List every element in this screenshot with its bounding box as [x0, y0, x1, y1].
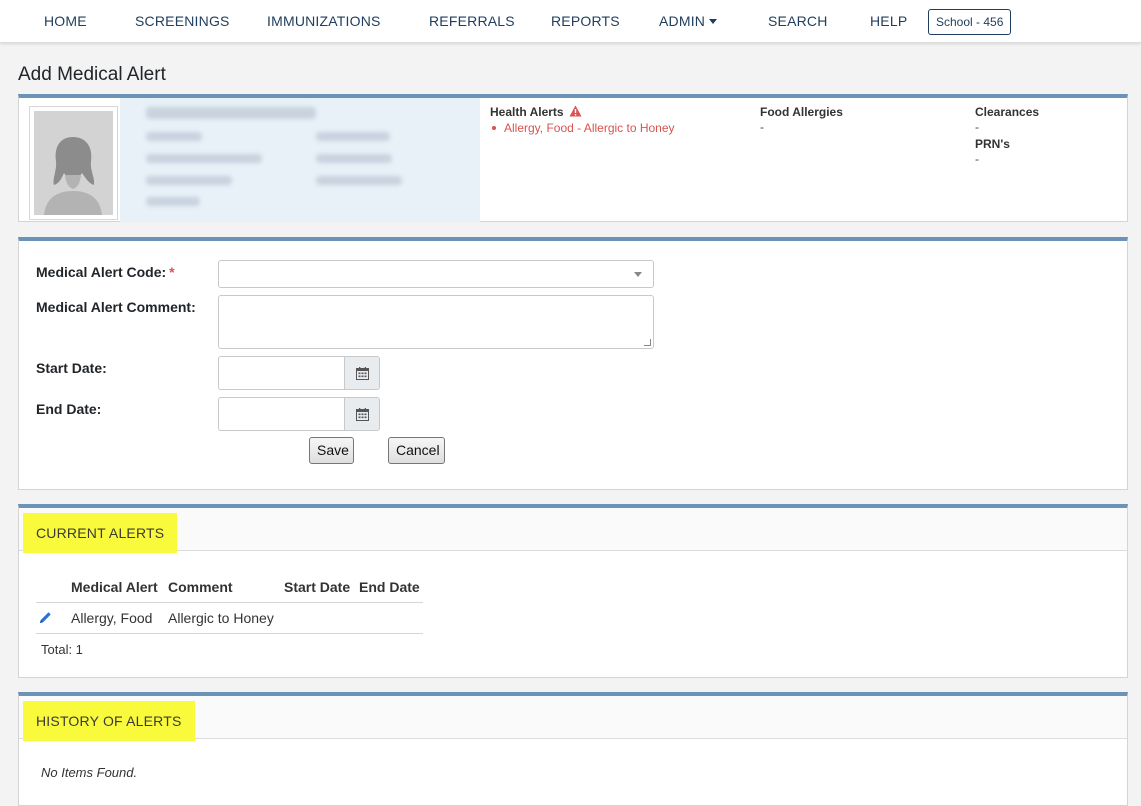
history-alerts-heading: HISTORY OF ALERTS — [23, 701, 195, 741]
clearances-value: - — [975, 120, 979, 134]
current-alerts-heading: CURRENT ALERTS — [23, 513, 178, 553]
alert-code-select[interactable] — [218, 260, 654, 288]
alert-comment-label: Medical Alert Comment: — [36, 299, 196, 315]
student-photo — [29, 106, 118, 220]
nav-screenings[interactable]: SCREENINGS — [135, 13, 230, 29]
food-allergies-value: - — [760, 120, 764, 134]
nav-home[interactable]: HOME — [44, 13, 87, 29]
top-navigation: HOME SCREENINGS IMMUNIZATIONS REFERRALS … — [0, 0, 1141, 43]
health-alerts-heading: Health Alerts — [490, 105, 564, 119]
clearances-section: Clearances - PRN's - — [975, 105, 1039, 166]
add-alert-form: Medical Alert Code: * Medical Alert Comme… — [18, 237, 1128, 490]
student-details-redacted — [120, 98, 480, 222]
end-date-picker-button[interactable] — [344, 397, 380, 431]
pencil-edit-icon — [40, 612, 51, 623]
current-alerts-header: CURRENT ALERTS — [19, 508, 1127, 553]
prns-heading: PRN's — [975, 137, 1010, 151]
column-header-comment[interactable]: Comment — [168, 579, 233, 595]
required-mark: * — [169, 264, 175, 280]
calendar-icon — [356, 408, 369, 421]
chevron-down-icon — [709, 19, 718, 24]
start-date-picker-button[interactable] — [344, 356, 380, 390]
health-alert-item[interactable]: Allergy, Food - Allergic to Honey — [490, 121, 675, 135]
table-cell-alert: Allergy, Food — [71, 610, 153, 626]
clearances-heading: Clearances — [975, 105, 1040, 119]
start-date-group — [218, 356, 380, 390]
column-header-medical-alert[interactable]: Medical Alert — [71, 579, 158, 595]
end-date-input[interactable] — [218, 397, 345, 431]
nav-search[interactable]: SEARCH — [768, 13, 828, 29]
end-date-group — [218, 397, 380, 431]
current-alerts-card: CURRENT ALERTS Medical Alert Comment Sta… — [18, 504, 1128, 678]
column-header-start-date[interactable]: Start Date — [284, 579, 350, 595]
history-alerts-card: HISTORY OF ALERTS No Items Found. — [18, 692, 1128, 806]
nav-admin-label: ADMIN — [659, 13, 706, 29]
column-header-end-date[interactable]: End Date — [359, 579, 420, 595]
nav-referrals[interactable]: REFERRALS — [429, 13, 515, 29]
student-info-card: Health Alerts Allergy, Food - Allergic t… — [18, 94, 1128, 222]
food-allergies-heading: Food Allergies — [760, 105, 843, 119]
health-alert-text: Allergy, Food - Allergic to Honey — [504, 121, 675, 135]
table-cell-comment: Allergic to Honey — [168, 610, 274, 626]
nav-reports[interactable]: REPORTS — [551, 13, 620, 29]
user-photo-placeholder-icon — [34, 111, 113, 215]
nav-admin-dropdown[interactable]: ADMIN — [659, 13, 718, 29]
warning-triangle-icon — [569, 105, 582, 117]
history-alerts-header: HISTORY OF ALERTS — [19, 696, 1127, 741]
alert-code-label: Medical Alert Code: * — [36, 264, 175, 280]
edit-alert-button[interactable] — [39, 611, 52, 627]
chevron-down-icon — [634, 272, 642, 277]
health-alerts-section: Health Alerts Allergy, Food - Allergic t… — [490, 105, 675, 135]
cancel-button[interactable]: Cancel — [388, 437, 445, 464]
calendar-icon — [356, 367, 369, 380]
food-allergies-section: Food Allergies - — [760, 105, 843, 134]
save-button[interactable]: Save — [309, 437, 354, 464]
page-title: Add Medical Alert — [18, 64, 166, 85]
end-date-label: End Date: — [36, 401, 102, 417]
nav-immunizations[interactable]: IMMUNIZATIONS — [267, 13, 381, 29]
resize-handle-icon[interactable] — [644, 339, 651, 346]
alert-comment-textarea[interactable] — [218, 295, 654, 349]
nav-help[interactable]: HELP — [870, 13, 907, 29]
school-selector[interactable]: School - 456 — [928, 9, 1012, 35]
start-date-label: Start Date: — [36, 360, 107, 376]
empty-state-message: No Items Found. — [41, 765, 138, 780]
prns-value: - — [975, 152, 979, 166]
total-count: Total: 1 — [41, 642, 83, 657]
start-date-input[interactable] — [218, 356, 345, 390]
